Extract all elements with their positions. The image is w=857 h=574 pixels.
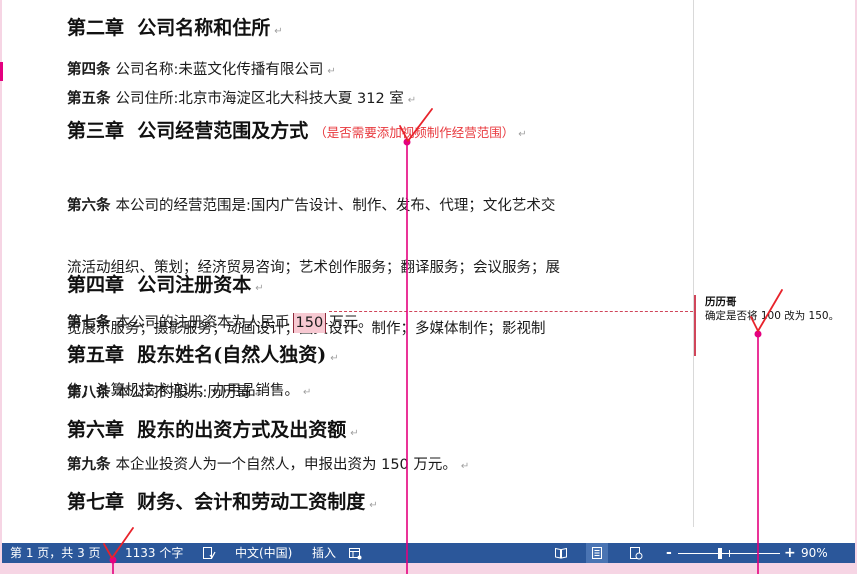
paragraph-mark: ↵ (518, 129, 527, 140)
chapter-heading[interactable]: 第七章 财务、会计和劳动工资制度 ↵ (67, 491, 378, 517)
paragraph-mark: ↵ (327, 66, 336, 77)
read-mode-icon[interactable] (550, 543, 572, 563)
proofing-icon[interactable] (201, 543, 217, 563)
chapter-heading[interactable]: 第五章 股东姓名(自然人独资) ↵ (67, 344, 339, 370)
article-paragraph[interactable]: 第七条 本公司的注册资本为人民币 150 万元。 ↵ (67, 313, 385, 334)
zoom-slider-center-tick (729, 550, 730, 557)
paragraph-mark: ↵ (460, 461, 470, 472)
article-text: 本公司的股东:历历哥 (115, 385, 251, 401)
article-label: 第五条 (67, 91, 111, 107)
article-text: 公司名称:未蓝文化传播有限公司 (115, 62, 324, 78)
zoom-in-button[interactable]: + (784, 543, 796, 563)
comment-text: 确定是否将 100 改为 150。 (705, 310, 840, 322)
chapter-heading[interactable]: 第二章 公司名称和住所 ↵ (67, 17, 283, 43)
status-bar: 第 1 页，共 3 页 1133 个字 中文(中国) 插入 - + 90% (2, 543, 855, 563)
article-label: 第六条 (67, 198, 111, 214)
comment-anchor-highlight[interactable]: 150 (292, 313, 327, 333)
zoom-slider-thumb[interactable] (718, 548, 722, 559)
article-line: 第六条 本公司的经营范围是:国内广告设计、制作、发布、代理；文化艺术交 (67, 194, 560, 220)
paragraph-mark: ↵ (254, 389, 264, 400)
article-paragraph[interactable]: 第九条 本企业投资人为一个自然人，申报出资为 150 万元。 ↵ (67, 456, 469, 476)
comment-pane-divider (693, 0, 694, 527)
article-text: 本公司的注册资本为人民币 (115, 315, 290, 331)
print-layout-icon[interactable] (586, 543, 608, 563)
page-count[interactable]: 第 1 页，共 3 页 (10, 543, 101, 563)
web-layout-icon[interactable] (625, 543, 647, 563)
article-paragraph[interactable]: 第五条 公司住所:北京市海淀区北大科技大夏 312 室 ↵ (67, 90, 416, 110)
paragraph-mark: ↵ (376, 319, 386, 330)
article-label: 第七条 (67, 315, 111, 331)
article-label: 第九条 (67, 457, 111, 473)
chapter-heading-text: 第二章 公司名称和住所 (67, 17, 271, 39)
comment-author: 历历哥 (705, 296, 737, 308)
comment-accent-bar (694, 295, 696, 356)
chapter-heading-text: 第四章 公司注册资本 (67, 274, 252, 296)
zoom-slider[interactable] (678, 548, 780, 559)
word-count[interactable]: 1133 个字 (125, 543, 183, 563)
chapter-heading-text: 第六章 股东的出资方式及出资额 (67, 419, 347, 441)
article-paragraph[interactable]: 第四条 公司名称:未蓝文化传播有限公司 ↵ (67, 61, 336, 81)
article-label: 第四条 (67, 62, 111, 78)
paragraph-mark: ↵ (407, 95, 417, 106)
paragraph-mark: ↵ (369, 500, 378, 511)
article-paragraph[interactable]: 第八条 本公司的股东:历历哥 ↵ (67, 384, 263, 404)
insert-mode-indicator[interactable]: 插入 (312, 543, 336, 563)
chapter-heading[interactable]: 第三章 公司经营范围及方式 （是否需要添加视频制作经营范围） ↵ (67, 120, 527, 146)
chapter-heading-text: 第七章 财务、会计和劳动工资制度 (67, 491, 366, 513)
zoom-out-button[interactable]: - (666, 543, 672, 563)
article-text: 公司住所:北京市海淀区北大科技大夏 312 室 (115, 91, 404, 107)
paragraph-mark: ↵ (350, 428, 359, 439)
chapter-heading[interactable]: 第六章 股东的出资方式及出资额 ↵ (67, 419, 359, 445)
comment-balloon[interactable]: 历历哥 确定是否将 100 改为 150。 (694, 295, 844, 356)
macro-record-icon[interactable] (347, 543, 363, 563)
article-text: 万元。 (329, 315, 373, 331)
chapter-heading[interactable]: 第四章 公司注册资本 ↵ (67, 274, 264, 300)
chapter-heading-text: 第五章 股东姓名(自然人独资) (67, 344, 327, 366)
paragraph-mark: ↵ (274, 26, 283, 37)
comment-connector-line (329, 311, 693, 312)
paragraph-mark: ↵ (330, 353, 339, 364)
paragraph-mark: ↵ (255, 283, 264, 294)
language-indicator[interactable]: 中文(中国) (235, 543, 292, 563)
document-page[interactable]: 第二章 公司名称和住所 ↵ 第四条 公司名称:未蓝文化传播有限公司 ↵ 第五条 … (2, 0, 855, 543)
zoom-level[interactable]: 90% (801, 543, 828, 563)
inline-red-note: （是否需要添加视频制作经营范围） (314, 125, 515, 140)
article-text: 本企业投资人为一个自然人，申报出资为 150 万元。 (115, 457, 457, 473)
article-label: 第八条 (67, 385, 111, 401)
paragraph-mark: ↵ (303, 386, 312, 398)
chapter-heading-text: 第三章 公司经营范围及方式 (67, 120, 309, 142)
article-text: 本公司的经营范围是:国内广告设计、制作、发布、代理；文化艺术交 (115, 198, 556, 214)
